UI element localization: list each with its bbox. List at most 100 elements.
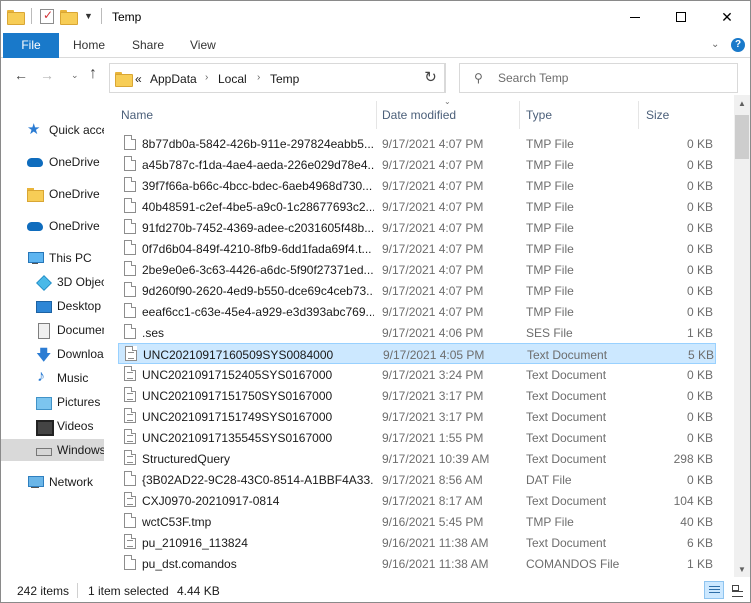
nav-item-onedrive-personal[interactable]: OneDrive xyxy=(1,215,104,237)
tab-share[interactable]: Share xyxy=(132,33,164,58)
nav-item-label: Network xyxy=(49,475,94,489)
file-row[interactable]: UNC20210917135545SYS0167000 9/17/2021 1:5… xyxy=(118,427,716,448)
tab-file[interactable]: File xyxy=(3,33,59,58)
scrollbar-thumb[interactable] xyxy=(735,115,749,159)
file-row[interactable]: UNC20210917151749SYS0167000 9/17/2021 3:1… xyxy=(118,406,716,427)
file-date-modified: 9/17/2021 4:07 PM xyxy=(382,137,484,151)
forward-button[interactable]: → xyxy=(40,67,54,83)
file-size: 0 KB xyxy=(686,410,713,424)
file-row[interactable]: .ses 9/17/2021 4:06 PM SES File 1 KB xyxy=(118,322,716,343)
help-icon[interactable]: ? xyxy=(731,38,745,52)
file-row[interactable]: pu_210916_113824 9/16/2021 11:38 AM Text D… xyxy=(118,532,716,553)
column-header-type[interactable]: Type xyxy=(526,108,552,122)
tab-home[interactable]: Home xyxy=(73,33,105,58)
column-header-size[interactable]: Size xyxy=(646,108,669,122)
file-date-modified: 9/17/2021 4:07 PM xyxy=(382,263,484,277)
file-row[interactable]: a45b787c-f1da-4ae4-aeda-226e029d78e4... 9… xyxy=(118,154,716,175)
breadcrumb-chevron-icon[interactable]: › xyxy=(257,72,260,83)
file-row[interactable]: CXJ0970-20210917-0814 9/17/2021 8:17 AM Te… xyxy=(118,490,716,511)
file-row[interactable]: 40b48591-c2ef-4be5-a9c0-1c28677693c2... 9… xyxy=(118,196,716,217)
customize-toolbar-dropdown-icon[interactable]: ▼ xyxy=(84,11,93,21)
breadcrumb-appdata[interactable]: AppData xyxy=(150,72,197,86)
file-type: Text Document xyxy=(526,431,607,445)
file-row[interactable]: UNC20210917160509SYS0084000 9/17/2021 4:0… xyxy=(118,343,716,364)
large-icons-view-button[interactable] xyxy=(728,581,748,599)
nav-item-onedrive-folder[interactable]: OneDrive xyxy=(1,183,104,205)
nav-item-videos[interactable]: Videos xyxy=(1,415,104,437)
file-row[interactable]: pu_dst.comandos 9/16/2021 11:38 AM COMANDO… xyxy=(118,553,716,574)
nav-item-label: Videos xyxy=(57,419,94,433)
scroll-down-icon[interactable]: ▼ xyxy=(738,565,746,574)
navigation-pane: Quick access OneDrive OneDrive OneDrive … xyxy=(1,95,104,577)
file-row[interactable]: eeaf6cc1-c63e-45e4-a929-e3d393abc769....… xyxy=(118,301,716,322)
file-row[interactable]: 9d260f90-2620-4ed9-b550-dce69c4ceb73....… xyxy=(118,280,716,301)
toolbar-divider xyxy=(31,8,32,24)
nav-item-network[interactable]: Network xyxy=(1,471,104,493)
file-row[interactable]: 0f7d6b04-849f-4210-8fb9-6dd1fada69f4.t..… xyxy=(118,238,716,259)
nav-item-pictures[interactable]: Pictures xyxy=(1,391,104,413)
properties-icon[interactable] xyxy=(40,8,54,24)
text-file-icon xyxy=(124,366,136,381)
column-divider[interactable] xyxy=(638,101,639,129)
file-size: 0 KB xyxy=(686,242,713,256)
back-button[interactable]: ← xyxy=(14,67,28,83)
nav-item-windows-drive[interactable]: Windows (C:) xyxy=(1,439,104,461)
column-header-name[interactable]: Name xyxy=(121,108,153,122)
file-row[interactable]: UNC20210917152405SYS0167000 9/17/2021 3:2… xyxy=(118,364,716,385)
item-count: 242 items xyxy=(17,584,70,598)
file-icon xyxy=(124,555,136,570)
minimize-icon xyxy=(630,16,640,18)
search-box[interactable]: ⚲ xyxy=(459,63,738,93)
expand-ribbon-icon[interactable]: ⌄ xyxy=(711,39,719,50)
nav-item-onedrive[interactable]: OneDrive xyxy=(1,151,104,173)
file-icon xyxy=(124,177,136,192)
breadcrumb-temp[interactable]: Temp xyxy=(270,72,299,86)
file-date-modified: 9/17/2021 3:17 PM xyxy=(382,410,484,424)
nav-item-label: This PC xyxy=(49,251,92,265)
maximize-button[interactable] xyxy=(658,1,704,33)
breadcrumb-overflow[interactable]: « xyxy=(135,72,142,86)
column-divider[interactable] xyxy=(519,101,520,129)
close-button[interactable]: ✕ xyxy=(704,1,750,33)
file-row[interactable]: 91fd270b-7452-4369-adee-c2031605f48b... 9… xyxy=(118,217,716,238)
new-folder-icon[interactable] xyxy=(60,9,78,25)
recent-locations-icon[interactable]: ⌄ xyxy=(71,70,79,81)
up-button[interactable]: ↑ xyxy=(89,65,97,83)
file-name: eeaf6cc1-c63e-45e4-a929-e3d393abc769.... xyxy=(142,305,374,319)
breadcrumb-chevron-icon[interactable]: › xyxy=(205,72,208,83)
selection-count: 1 item selected xyxy=(88,584,169,598)
search-input[interactable] xyxy=(498,71,728,85)
file-date-modified: 9/17/2021 4:05 PM xyxy=(383,348,485,362)
nav-item-music[interactable]: Music xyxy=(1,367,104,389)
nav-item-documents[interactable]: Documents xyxy=(1,319,104,341)
tab-view[interactable]: View xyxy=(190,33,216,58)
nav-item-3d-objects[interactable]: 3D Objects xyxy=(1,271,104,293)
title-bar: ▼ Temp ✕ xyxy=(1,1,750,33)
nav-item-quick-access[interactable]: Quick access xyxy=(1,119,104,141)
file-row[interactable]: 2be9e0e6-3c63-4426-a6dc-5f90f27371ed....… xyxy=(118,259,716,280)
selection-size: 4.44 KB xyxy=(177,584,220,598)
breadcrumb-local[interactable]: Local xyxy=(218,72,247,86)
file-name: 39f7f66a-b66c-4bcc-bdec-6aeb4968d730... xyxy=(142,179,373,193)
file-row[interactable]: 8b77db0a-5842-426b-911e-297824eabb5... 9/… xyxy=(118,133,716,154)
refresh-button[interactable]: ↻ xyxy=(417,63,445,93)
column-header-date-modified[interactable]: Date modified xyxy=(382,108,456,122)
vertical-scrollbar[interactable]: ▲ ▼ xyxy=(734,95,750,577)
text-file-icon xyxy=(125,346,137,361)
minimize-button[interactable] xyxy=(612,1,658,33)
address-bar[interactable]: « AppData › Local › Temp ⌄ xyxy=(109,63,512,93)
file-type: Text Document xyxy=(527,348,608,362)
file-name: UNC20210917135545SYS0167000 xyxy=(142,431,333,445)
nav-item-desktop[interactable]: Desktop xyxy=(1,295,104,317)
file-row[interactable]: {3B02AD22-9C28-43C0-8514-A1BBF4A33... 9/1… xyxy=(118,469,716,490)
nav-item-downloads[interactable]: Downloads xyxy=(1,343,104,365)
scroll-up-icon[interactable]: ▲ xyxy=(738,99,746,108)
column-divider[interactable] xyxy=(376,101,377,129)
nav-item-this-pc[interactable]: This PC xyxy=(1,247,104,269)
file-type: TMP File xyxy=(526,263,574,277)
file-row[interactable]: StructuredQuery 9/17/2021 10:39 AM Text Do… xyxy=(118,448,716,469)
file-row[interactable]: wctC53F.tmp 9/16/2021 5:45 PM TMP File 40 K… xyxy=(118,511,716,532)
details-view-button[interactable] xyxy=(704,581,724,599)
file-row[interactable]: 39f7f66a-b66c-4bcc-bdec-6aeb4968d730... 9… xyxy=(118,175,716,196)
file-row[interactable]: UNC20210917151750SYS0167000 9/17/2021 3:1… xyxy=(118,385,716,406)
